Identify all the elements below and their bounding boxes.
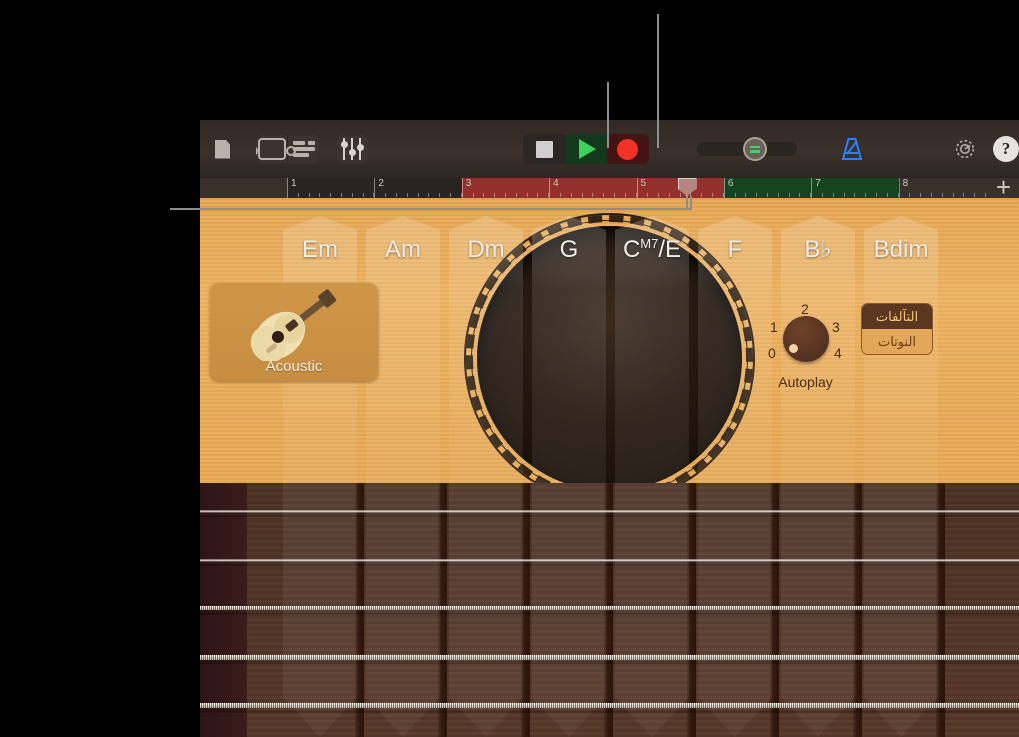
- ruler-bar[interactable]: 3: [461, 178, 550, 198]
- metronome-button[interactable]: [839, 137, 865, 161]
- question-mark-icon: ?: [993, 136, 1019, 162]
- chord-strip-f[interactable]: F: [698, 216, 772, 737]
- screenshot-root: ? 1 2 3 4 5 6 7 8 + Acoustic 0 1 2 3 4 A…: [0, 0, 1019, 737]
- autoplay-tick-2[interactable]: 2: [801, 301, 809, 317]
- track-controls-cell[interactable]: [337, 135, 368, 163]
- ruler-bars: 1 2 3 4 5 6 7 8: [287, 178, 986, 208]
- play-icon: [579, 139, 597, 159]
- chord-strip-bdim[interactable]: Bdim: [864, 216, 938, 737]
- my-songs-button[interactable]: [215, 139, 230, 159]
- loop-browser-button[interactable]: [256, 135, 296, 163]
- master-volume-thumb[interactable]: [742, 137, 767, 161]
- stop-button[interactable]: [523, 134, 566, 164]
- chord-strip-dm[interactable]: Dm: [449, 216, 523, 737]
- ruler-bar[interactable]: 4: [549, 178, 637, 198]
- bar-number: 7: [815, 178, 821, 189]
- chord-label: CM7/E: [622, 236, 682, 263]
- track-view-icon: [292, 141, 315, 157]
- chord-label: F: [727, 236, 743, 263]
- chord-label: Dm: [467, 236, 505, 263]
- toggle-chords-button[interactable]: التآلفات: [862, 304, 932, 329]
- callout-line-play: [607, 82, 609, 148]
- autoplay-tick-0[interactable]: 0: [768, 345, 776, 361]
- ruler-bar[interactable]: 7: [811, 178, 899, 198]
- track-controls-button[interactable]: [336, 135, 369, 163]
- navigation-icon: [256, 138, 296, 160]
- metronome-icon: [839, 137, 865, 161]
- autoplay-tick-1[interactable]: 1: [770, 319, 778, 335]
- stop-icon: [535, 140, 553, 158]
- autoplay-label: Autoplay: [778, 374, 833, 390]
- chord-strip-g[interactable]: G: [532, 216, 606, 737]
- settings-button[interactable]: [953, 137, 977, 161]
- toolbar: ?: [200, 120, 1019, 178]
- ruler-bar[interactable]: 8: [898, 178, 986, 198]
- autoplay-tick-4[interactable]: 4: [834, 345, 842, 361]
- ruler-bar[interactable]: 5: [636, 178, 724, 208]
- transport-controls: [523, 134, 649, 164]
- autoplay-control: 0 1 2 3 4 Autoplay: [758, 296, 853, 390]
- playhead-stem: [686, 196, 688, 208]
- record-icon: [617, 138, 639, 160]
- chord-label: Am: [385, 236, 421, 263]
- guitar-instrument: Acoustic 0 1 2 3 4 Autoplay التآلفات الن…: [200, 198, 1019, 737]
- document-icon: [215, 139, 230, 159]
- callout-line-track-horizontal: [170, 208, 692, 210]
- callout-line-track-vertical: [690, 196, 692, 210]
- play-button[interactable]: [565, 134, 607, 164]
- gear-icon: [953, 137, 977, 161]
- bar-number: 3: [465, 178, 472, 189]
- playhead[interactable]: [677, 178, 697, 208]
- bar-number: 8: [902, 178, 909, 189]
- ruler-bar[interactable]: 2: [374, 178, 462, 198]
- bar-number: 1: [291, 178, 297, 189]
- view-segmented-control: [256, 135, 319, 163]
- add-track-button[interactable]: +: [996, 174, 1011, 200]
- master-volume-slider[interactable]: [696, 137, 797, 161]
- chords-notes-toggle: التآلفات النوتات: [861, 303, 933, 355]
- record-button[interactable]: [606, 134, 649, 164]
- bar-number: 5: [640, 178, 647, 189]
- help-button[interactable]: ?: [993, 136, 1019, 162]
- callout-line-record: [657, 14, 659, 148]
- garageband-window: ? 1 2 3 4 5 6 7 8 + Acoustic 0 1 2 3 4 A…: [200, 120, 1019, 737]
- ruler-bar[interactable]: 6: [723, 178, 812, 198]
- chord-strip-cm7e[interactable]: CM7/E: [615, 216, 689, 737]
- track-view-button[interactable]: [287, 135, 318, 163]
- toggle-notes-button[interactable]: النوتات: [862, 329, 932, 354]
- bar-number: 6: [727, 178, 734, 189]
- playhead-handle[interactable]: [677, 178, 697, 196]
- autoplay-knob-indicator: [789, 344, 798, 353]
- ruler-bar[interactable]: 1: [287, 178, 375, 198]
- autoplay-tick-3[interactable]: 3: [832, 319, 840, 335]
- chord-strips: Em Am Dm G CM7/E F B♭ Bdim: [200, 198, 1019, 737]
- autoplay-knob-wrap: 0 1 2 3 4: [758, 296, 853, 376]
- mixer-icon: [340, 138, 364, 160]
- chord-strip-bb[interactable]: B♭: [781, 216, 855, 737]
- instrument-card-acoustic[interactable]: Acoustic: [210, 283, 378, 381]
- chord-label: G: [559, 236, 579, 263]
- acoustic-guitar-icon: [250, 289, 337, 361]
- timeline-ruler[interactable]: 1 2 3 4 5 6 7 8 +: [200, 174, 1019, 208]
- autoplay-knob[interactable]: [783, 316, 829, 362]
- bar-number: 2: [378, 178, 384, 189]
- bar-number: 4: [553, 178, 559, 189]
